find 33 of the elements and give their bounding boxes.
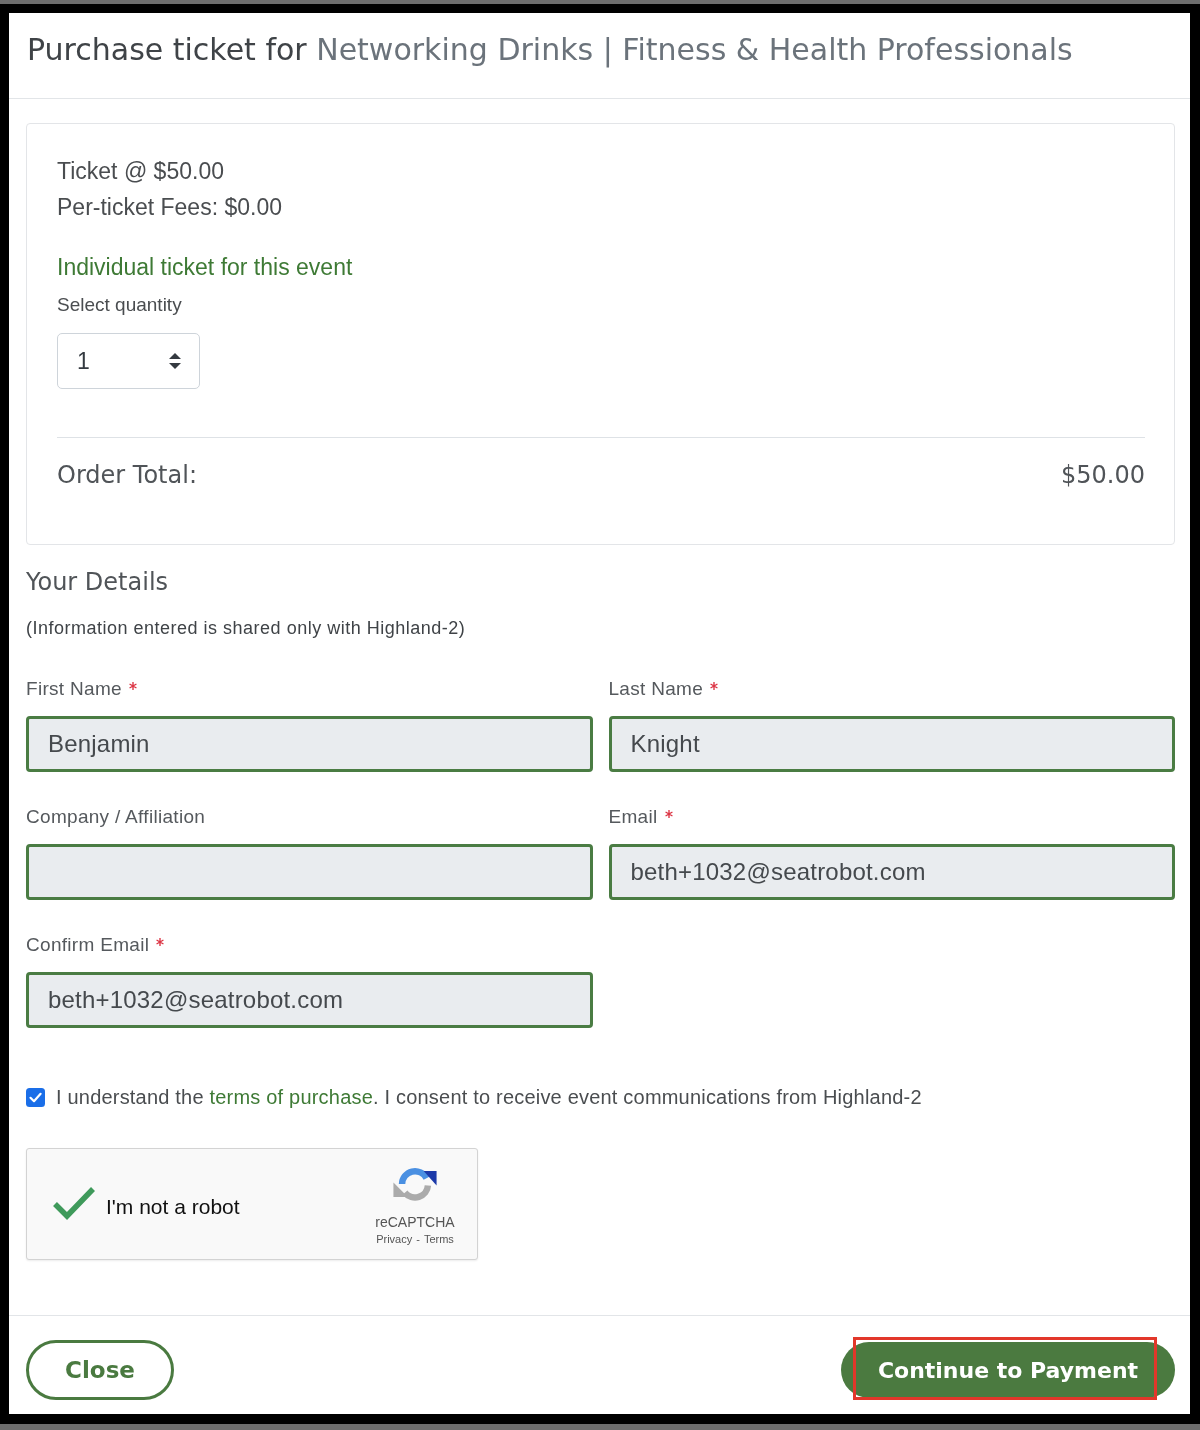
terms-link[interactable]: Terms: [423, 1231, 454, 1247]
input-field[interactable]: beth+1032@seatrobot.com: [26, 972, 593, 1028]
checkbox[interactable]: [26, 1087, 45, 1107]
field-label: Company / Affiliation: [26, 805, 206, 829]
field-label: Email: [608, 805, 658, 829]
field-label: Confirm Email: [26, 933, 150, 957]
event-name: Networking Drinks | Fitness & Health Professionals: [315, 32, 1073, 67]
quantity-select[interactable]: 1: [57, 333, 200, 389]
ticket-price: Ticket @ $50.00: [57, 157, 225, 186]
terms-link[interactable]: terms of purchase: [209, 1086, 373, 1108]
link-separator: -: [416, 1232, 420, 1247]
input-field[interactable]: Knight: [608, 716, 1175, 772]
order-total-value: $50.00: [1061, 460, 1145, 490]
input-field[interactable]: [26, 844, 593, 900]
quantity-label: Select quantity: [57, 293, 183, 317]
privacy-link[interactable]: Privacy: [376, 1231, 413, 1247]
section-heading: Your Details: [26, 567, 170, 597]
input-field[interactable]: beth+1032@seatrobot.com: [608, 844, 1175, 900]
field-label: Last Name: [608, 677, 704, 701]
field-label: First Name: [26, 677, 122, 701]
dialog-title: Purchase ticket for: [27, 32, 307, 67]
up-down-caret-icon: [169, 353, 181, 369]
consent-text: I understand the terms of purchase. I consent to receive event communications from Highland-2: [56, 1085, 922, 1109]
captcha-brand-text: reCAPTCHA: [375, 1214, 455, 1231]
continue-button[interactable]: Continue to Payment: [841, 1342, 1175, 1398]
order-total-label: Order Total:: [57, 460, 197, 490]
check-icon[interactable]: [52, 1186, 96, 1220]
ticket-fees: Per-ticket Fees: $0.00: [57, 193, 283, 222]
close-button[interactable]: Close: [26, 1340, 174, 1400]
input-field[interactable]: Benjamin: [26, 716, 593, 772]
ticket-type: Individual ticket for this event: [57, 253, 354, 282]
captcha-label: I'm not a robot: [106, 1194, 240, 1219]
privacy-note: (Information entered is shared only with Highland-2): [26, 617, 467, 640]
